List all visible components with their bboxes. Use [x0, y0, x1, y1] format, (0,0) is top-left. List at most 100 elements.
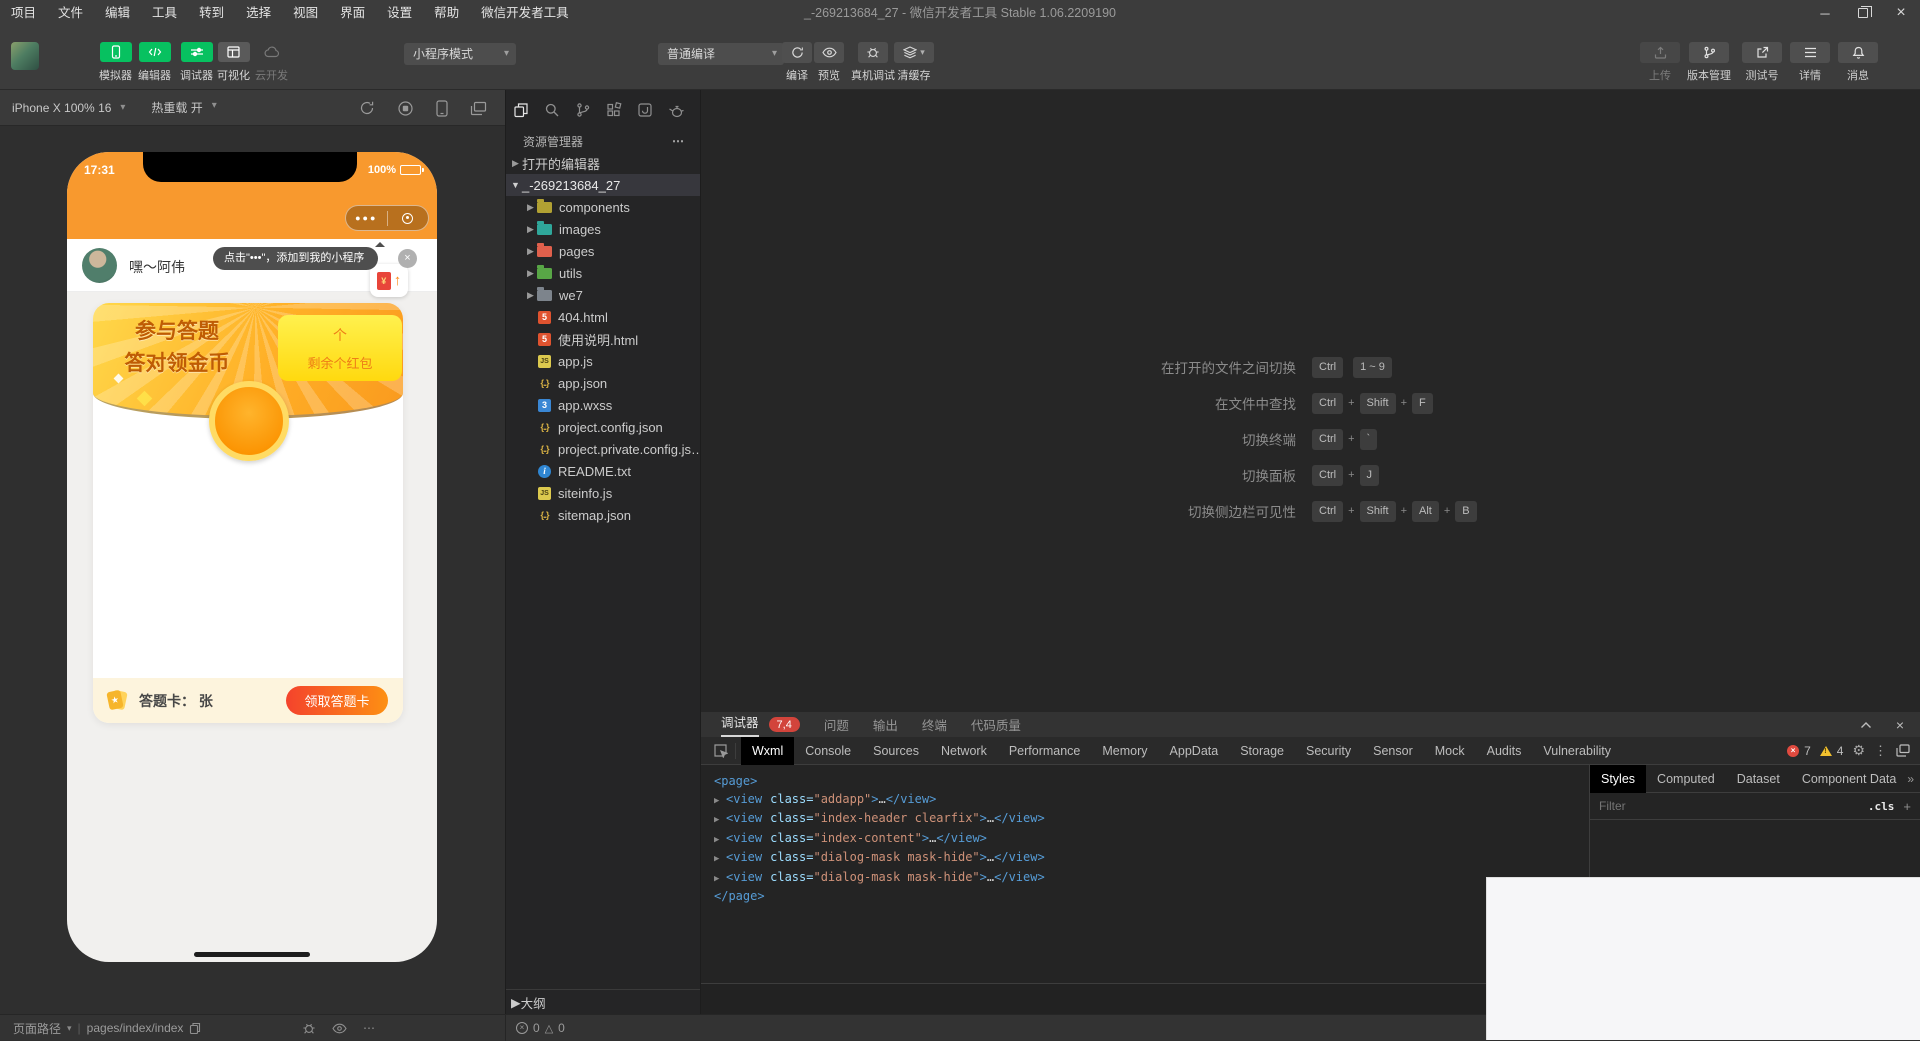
mode-select[interactable]: 小程序模式: [404, 43, 516, 65]
more-actions-icon[interactable]: ⋯: [672, 134, 686, 148]
devtools-tab-audits[interactable]: Audits: [1476, 737, 1533, 765]
folder-images[interactable]: ▶ images: [506, 218, 700, 240]
visual-toggle-button[interactable]: 可视化: [217, 42, 250, 83]
expand-icon[interactable]: ▶: [714, 871, 726, 889]
file-readme[interactable]: i README.txt: [506, 460, 700, 482]
hot-reload-select[interactable]: 热重载 开: [141, 99, 218, 116]
close-panel-icon[interactable]: ×: [1896, 717, 1904, 733]
teapot-icon[interactable]: [668, 103, 685, 118]
search-icon[interactable]: [544, 102, 560, 118]
devtools-tab-sources[interactable]: Sources: [862, 737, 930, 765]
record-icon[interactable]: [397, 100, 414, 117]
copy-path-icon[interactable]: [189, 1022, 201, 1035]
warnings-icon[interactable]: △: [545, 1022, 553, 1035]
test-account-button[interactable]: 测试号: [1742, 42, 1782, 83]
clear-cache-button[interactable]: ▾ 清缓存: [894, 42, 934, 83]
dock-side-icon[interactable]: [1896, 744, 1910, 757]
menu-settings[interactable]: 设置: [376, 0, 423, 26]
devtools-tab-mock[interactable]: Mock: [1424, 737, 1476, 765]
more-status-icon[interactable]: ⋯: [363, 1021, 375, 1035]
messages-button[interactable]: 消息: [1838, 42, 1878, 83]
section-project-root[interactable]: ▼ _-269213684_27: [506, 174, 700, 196]
filter-input[interactable]: [1599, 799, 1868, 813]
tab-component-data[interactable]: Component Data: [1791, 765, 1908, 793]
menu-help[interactable]: 帮助: [423, 0, 470, 26]
more-dots-icon[interactable]: ●●●: [346, 206, 387, 230]
device-debug-button[interactable]: 真机调试: [851, 42, 895, 83]
expand-icon[interactable]: ▶: [714, 851, 726, 869]
tab-styles[interactable]: Styles: [1590, 765, 1646, 793]
tooltip-close-icon[interactable]: ×: [398, 249, 417, 268]
section-outline[interactable]: ▶ 大纲: [506, 989, 700, 1014]
devtools-tab-sensor[interactable]: Sensor: [1362, 737, 1424, 765]
tab-dataset[interactable]: Dataset: [1726, 765, 1791, 793]
expand-icon[interactable]: ▶: [714, 793, 726, 811]
devtools-tab-appdata[interactable]: AppData: [1159, 737, 1230, 765]
menu-view[interactable]: 视图: [282, 0, 329, 26]
gear-icon[interactable]: ⚙: [1852, 742, 1865, 759]
compile-button[interactable]: 编译: [782, 42, 812, 83]
minimize-icon[interactable]: ─: [1806, 0, 1844, 26]
files-icon[interactable]: [513, 102, 529, 118]
file-project-config[interactable]: {..} project.config.json: [506, 416, 700, 438]
menu-select[interactable]: 选择: [235, 0, 282, 26]
tab-terminal[interactable]: 终端: [922, 715, 947, 734]
devtools-tab-vulnerability[interactable]: Vulnerability: [1532, 737, 1622, 765]
applet-panel-icon[interactable]: [637, 102, 653, 118]
section-open-editors[interactable]: ▶ 打开的编辑器: [506, 152, 700, 174]
new-rule-icon[interactable]: +: [1903, 799, 1911, 814]
menu-wechat-devtools[interactable]: 微信开发者工具: [470, 0, 580, 26]
wxml-line[interactable]: ▶<viewclass="dialog-mask mask-hide">…</v…: [714, 869, 1589, 889]
expand-icon[interactable]: ▶: [714, 812, 726, 830]
file-404-html[interactable]: 5 404.html: [506, 306, 700, 328]
kebab-menu-icon[interactable]: ⋮: [1874, 743, 1887, 759]
folder-we7[interactable]: ▶ we7: [506, 284, 700, 306]
menu-interface[interactable]: 界面: [329, 0, 376, 26]
compile-mode-select[interactable]: 普通编译: [658, 43, 784, 65]
upload-button[interactable]: 上传: [1640, 42, 1680, 83]
file-usage-html[interactable]: 5 使用说明.html: [506, 328, 700, 350]
tab-computed[interactable]: Computed: [1646, 765, 1726, 793]
file-app-wxss[interactable]: 3 app.wxss: [506, 394, 700, 416]
maximize-icon[interactable]: [1844, 0, 1882, 26]
expand-icon[interactable]: ▶: [714, 832, 726, 850]
debugger-toggle-button[interactable]: 调试器: [180, 42, 213, 83]
cloud-dev-button[interactable]: 云开发: [255, 42, 288, 83]
claim-answer-card-button[interactable]: 领取答题卡: [286, 686, 388, 715]
menu-edit[interactable]: 编辑: [94, 0, 141, 26]
devtools-tab-console[interactable]: Console: [794, 737, 862, 765]
extensions-icon[interactable]: [606, 102, 622, 118]
wxml-line[interactable]: ▶<viewclass="index-content">…</view>: [714, 830, 1589, 850]
menu-file[interactable]: 文件: [47, 0, 94, 26]
wxml-line[interactable]: ▶<viewclass="dialog-mask mask-hide">…</v…: [714, 849, 1589, 869]
warning-count-icon[interactable]: [1820, 746, 1832, 756]
errors-icon[interactable]: ×: [516, 1022, 528, 1034]
file-siteinfo-js[interactable]: JS siteinfo.js: [506, 482, 700, 504]
close-target-icon[interactable]: [388, 213, 429, 224]
red-packet-float-widget[interactable]: ↑: [370, 264, 408, 297]
tab-output[interactable]: 输出: [873, 715, 898, 734]
inspect-element-icon[interactable]: [713, 743, 728, 758]
collapse-chevron-icon[interactable]: [1860, 721, 1872, 729]
device-select[interactable]: iPhone X 100% 16: [2, 101, 127, 115]
source-control-icon[interactable]: [575, 102, 591, 118]
file-project-private-config[interactable]: {..} project.private.config.js…: [506, 438, 700, 460]
menu-tools[interactable]: 工具: [141, 0, 188, 26]
details-button[interactable]: 详情: [1790, 42, 1830, 83]
close-icon[interactable]: ×: [1882, 0, 1920, 26]
folder-components[interactable]: ▶ components: [506, 196, 700, 218]
menu-goto[interactable]: 转到: [188, 0, 235, 26]
folder-utils[interactable]: ▶ utils: [506, 262, 700, 284]
rotate-refresh-icon[interactable]: [359, 100, 375, 116]
error-count-icon[interactable]: ×: [1787, 745, 1799, 757]
multi-window-icon[interactable]: [470, 101, 487, 116]
preview-button[interactable]: 预览: [814, 42, 844, 83]
cls-toggle[interactable]: .cls: [1868, 800, 1895, 813]
tab-code-quality[interactable]: 代码质量: [971, 715, 1021, 734]
devtools-tab-performance[interactable]: Performance: [998, 737, 1092, 765]
wxml-line[interactable]: ▶<viewclass="index-header clearfix">…</v…: [714, 810, 1589, 830]
devtools-tab-wxml[interactable]: Wxml: [741, 737, 794, 765]
devtools-tab-security[interactable]: Security: [1295, 737, 1362, 765]
folder-pages[interactable]: ▶ pages: [506, 240, 700, 262]
watch-status-icon[interactable]: [332, 1023, 347, 1034]
